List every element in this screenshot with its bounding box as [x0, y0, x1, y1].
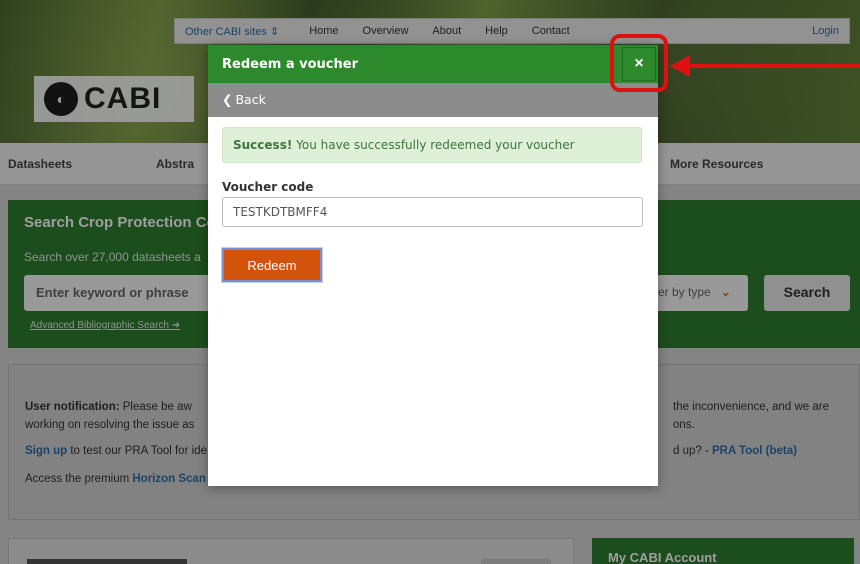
modal-header: Redeem a voucher ×	[208, 45, 658, 83]
chevron-left-icon: ❮	[222, 92, 233, 107]
redeem-voucher-modal: Redeem a voucher × ❮ Back Success! You ha…	[208, 45, 658, 486]
modal-title: Redeem a voucher	[222, 57, 358, 72]
redeem-button[interactable]: Redeem	[222, 248, 322, 282]
annotation-highlight-box	[610, 34, 668, 92]
success-alert: Success! You have successfully redeemed …	[222, 127, 642, 163]
voucher-code-input[interactable]	[222, 197, 643, 227]
annotation-arrow-icon	[670, 55, 690, 77]
voucher-code-label: Voucher code	[222, 180, 314, 194]
back-bar: ❮ Back	[208, 83, 658, 117]
annotation-arrow-shaft	[688, 64, 860, 68]
back-button[interactable]: ❮ Back	[222, 92, 266, 107]
